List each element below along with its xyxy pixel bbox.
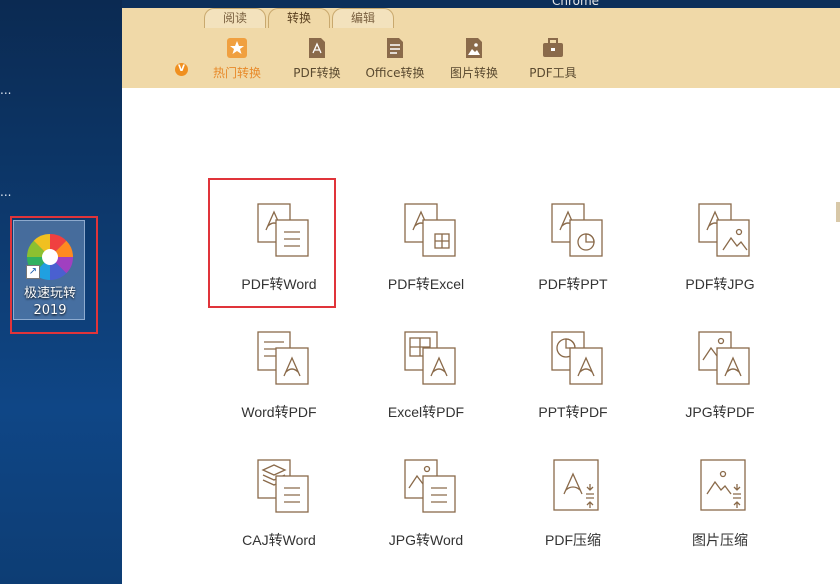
convert-label: PDF压缩 [545,532,601,548]
document-icon [387,38,403,58]
desktop-dots: ... [0,185,12,199]
image-compress-icon [700,459,746,511]
jpg-to-pdf-icon [698,331,750,385]
convert-label: Excel转PDF [387,404,465,420]
convert-jpg-to-word[interactable]: JPG转Word [361,438,491,558]
tool-label: PDF转换 [293,66,341,80]
shortcut-highlight-frame [10,216,98,334]
convert-pdf-compress[interactable]: PDF压缩 [508,438,638,558]
tab-read[interactable]: 阅读 [204,8,266,28]
pdf-icon [309,38,325,58]
convert-label: CAJ转Word [242,532,316,548]
pdf-to-excel-icon [404,203,456,257]
toolbox-icon [543,38,563,57]
image-icon [466,38,482,58]
tool-hot-convert[interactable]: 热门转换 [202,36,272,82]
star-icon [227,38,247,58]
selection-highlight-frame [208,178,336,308]
tab-edit[interactable]: 编辑 [332,8,394,28]
pdf-compress-icon [553,459,599,511]
desktop-background: ... ... ↗ 极速玩转 2019 [0,0,122,584]
convert-label: PDF转JPG [685,276,755,292]
convert-label: PDF转PPT [538,276,608,292]
pdf-to-ppt-icon [551,203,603,257]
pdf-to-jpg-icon [698,203,750,257]
convert-label: Word转PDF [241,404,317,420]
convert-ppt-to-pdf[interactable]: PPT转PDF [508,310,638,430]
convert-pdf-to-ppt[interactable]: PDF转PPT [508,182,638,302]
tool-label: 热门转换 [212,66,261,80]
desktop-dots: ... [0,83,12,97]
ppt-to-pdf-icon [551,331,603,385]
tool-pdf-convert[interactable]: PDF转换 [282,36,352,82]
convert-label: PDF转Excel [387,276,465,292]
convert-caj-to-word[interactable]: CAJ转Word [214,438,344,558]
convert-label: 图片压缩 [692,532,748,548]
scroll-edge-indicator [836,202,840,222]
convert-word-to-pdf[interactable]: Word转PDF [214,310,344,430]
jpg-to-word-icon [404,459,456,513]
tool-image-convert[interactable]: 图片转换 [439,36,509,82]
convert-excel-to-pdf[interactable]: Excel转PDF [361,310,491,430]
ribbon-toolbar: 阅读 转换 编辑 V 热门转换 PDF转换 Office转换 图片转换 PDF工… [122,8,840,88]
convert-label: JPG转PDF [685,404,755,420]
excel-to-pdf-icon [404,331,456,385]
caj-to-word-icon [257,459,309,513]
convert-pdf-to-jpg[interactable]: PDF转JPG [655,182,785,302]
chrome-window-title: Chrome [552,0,600,8]
convert-pdf-to-excel[interactable]: PDF转Excel [361,182,491,302]
tool-label: Office转换 [365,66,425,80]
convert-label: JPG转Word [388,532,464,548]
tab-convert[interactable]: 转换 [268,8,330,28]
tool-label: 图片转换 [449,66,498,80]
vip-badge-icon[interactable]: V [175,63,188,76]
convert-jpg-to-pdf[interactable]: JPG转PDF [655,310,785,430]
tool-label: PDF工具 [529,66,577,80]
convert-image-compress[interactable]: 图片压缩 [655,438,785,558]
tool-office-convert[interactable]: Office转换 [360,36,430,82]
tool-pdf-tools[interactable]: PDF工具 [518,36,588,82]
convert-label: PPT转PDF [538,404,608,420]
word-to-pdf-icon [257,331,309,385]
